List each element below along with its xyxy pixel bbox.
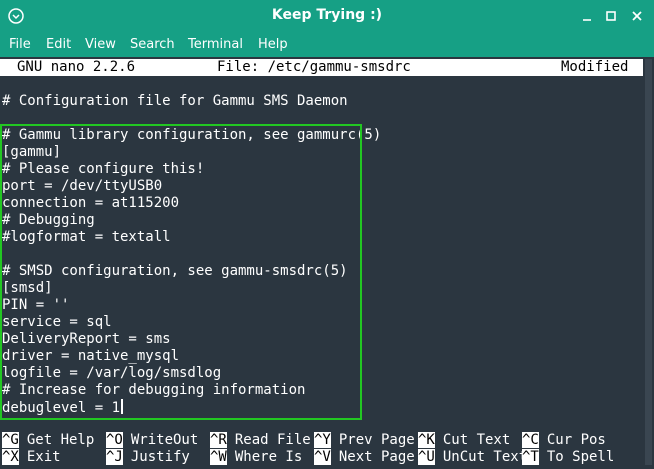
shortcut-key: ^C xyxy=(522,432,539,448)
menu-file[interactable]: File xyxy=(9,37,31,52)
shortcut-key: ^V xyxy=(314,449,331,465)
highlight-box xyxy=(0,124,362,420)
menu-search[interactable]: Search xyxy=(130,37,175,52)
shortcut-key: ^Y xyxy=(314,432,331,448)
shortcut-label: Prev Page xyxy=(338,432,415,448)
shortcut-key: ^K xyxy=(418,432,435,448)
shortcut-label: Next Page xyxy=(338,449,415,465)
shortcut-key: ^O xyxy=(106,432,123,448)
nano-header: GNU nano 2.2.6 File: /etc/gammu-smsdrc M… xyxy=(0,59,643,76)
maximize-icon[interactable] xyxy=(602,7,620,25)
shortcut-key: ^U xyxy=(418,449,435,465)
shortcut-label: Exit xyxy=(26,449,61,465)
shortcut-to-spell[interactable]: ^T To Spell xyxy=(522,449,614,466)
shortcut-key: ^T xyxy=(522,449,539,465)
terminal-area[interactable]: GNU nano 2.2.6 File: /etc/gammu-smsdrc M… xyxy=(0,57,654,469)
shortcut-writeout[interactable]: ^O WriteOut xyxy=(106,432,198,449)
shortcut-cur-pos[interactable]: ^C Cur Pos xyxy=(522,432,606,449)
shortcut-get-help[interactable]: ^G Get Help xyxy=(2,432,94,449)
menu-bar: File Edit View Search Terminal Help xyxy=(0,33,654,57)
shortcut-label: Where Is xyxy=(234,449,303,465)
shortcut-uncut-text[interactable]: ^U UnCut Text xyxy=(418,449,527,466)
menu-help[interactable]: Help xyxy=(258,37,288,52)
shortcut-label: WriteOut xyxy=(130,432,199,448)
nano-version: GNU nano 2.2.6 xyxy=(17,59,136,75)
shortcut-label: To Spell xyxy=(546,449,615,465)
shortcut-key: ^J xyxy=(106,449,123,465)
nano-status: Modified xyxy=(561,59,629,75)
shortcut-justify[interactable]: ^J Justify xyxy=(106,449,190,466)
shortcut-key: ^R xyxy=(210,432,227,448)
shortcut-read-file[interactable]: ^R Read File xyxy=(210,432,311,449)
editor-line: # Configuration file for Gammu SMS Daemo… xyxy=(2,93,348,109)
shortcut-where-is[interactable]: ^W Where Is xyxy=(210,449,302,466)
shortcut-key: ^W xyxy=(210,449,227,465)
shortcut-key: ^X xyxy=(2,449,19,465)
shortcut-label: Get Help xyxy=(26,432,95,448)
shortcut-prev-page[interactable]: ^Y Prev Page xyxy=(314,432,415,449)
menu-terminal[interactable]: Terminal xyxy=(188,37,243,52)
shortcut-label: UnCut Text xyxy=(442,449,528,465)
shortcut-label: Justify xyxy=(130,449,190,465)
title-bar: Keep Trying :) xyxy=(0,0,654,33)
shortcut-cut-text[interactable]: ^K Cut Text xyxy=(418,432,510,449)
close-icon[interactable] xyxy=(628,7,646,25)
shortcut-key: ^G xyxy=(2,432,19,448)
shortcut-label: Read File xyxy=(234,432,311,448)
shortcut-label: Cut Text xyxy=(442,432,511,448)
menu-edit[interactable]: Edit xyxy=(46,37,71,52)
minimize-icon[interactable] xyxy=(578,7,596,25)
shortcut-next-page[interactable]: ^V Next Page xyxy=(314,449,415,466)
shortcut-exit[interactable]: ^X Exit xyxy=(2,449,61,466)
shortcut-label: Cur Pos xyxy=(546,432,606,448)
menu-view[interactable]: View xyxy=(85,37,116,52)
window-title: Keep Trying :) xyxy=(271,7,383,23)
scrollbar[interactable] xyxy=(645,59,652,465)
nano-filename: File: /etc/gammu-smsdrc xyxy=(217,59,411,75)
